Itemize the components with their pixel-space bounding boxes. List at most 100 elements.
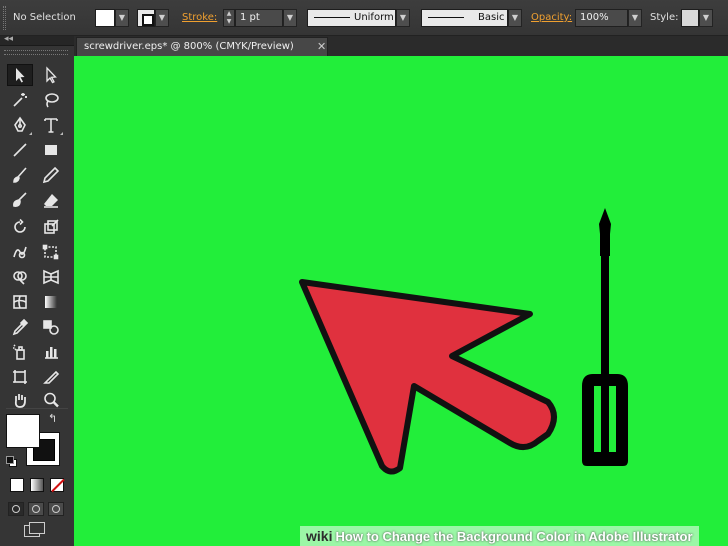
- screwdriver-tip: [599, 208, 611, 256]
- graphic-style-swatch[interactable]: [681, 9, 699, 27]
- perspective-grid-icon: [43, 269, 59, 285]
- chevron-down-icon: ▼: [158, 13, 166, 22]
- stroke-weight-stepper[interactable]: ▲ ▼: [223, 9, 235, 27]
- stroke-weight-dropdown[interactable]: ▼: [283, 9, 297, 27]
- fill-color-dropdown[interactable]: ▼: [115, 9, 129, 27]
- chevron-down-icon: ▼: [286, 13, 294, 22]
- tools-separator: [6, 408, 68, 409]
- chevron-down-icon: ▼: [631, 13, 639, 22]
- magic-wand-tool[interactable]: [7, 89, 33, 111]
- scale-tool[interactable]: [38, 216, 64, 238]
- default-fill-stroke-icon[interactable]: [6, 456, 17, 467]
- artboard-icon: [13, 370, 27, 384]
- lasso-icon: [45, 93, 59, 108]
- none-mode-button[interactable]: [50, 478, 64, 492]
- screen-mode-icon[interactable]: [24, 522, 46, 538]
- wand-icon: [13, 93, 27, 107]
- close-icon[interactable]: ✕: [317, 40, 326, 53]
- mesh-icon: [13, 295, 27, 309]
- mesh-tool[interactable]: [7, 291, 33, 313]
- chevron-down-icon: ▼: [399, 13, 407, 22]
- rotate-tool[interactable]: [7, 216, 33, 238]
- blend-tool[interactable]: [38, 316, 64, 338]
- draw-behind-button[interactable]: [28, 502, 44, 516]
- color-mode-button[interactable]: [10, 478, 24, 492]
- profile-line-preview: [314, 17, 350, 18]
- artwork: [299, 208, 628, 475]
- up-arrow-icon[interactable]: ▲: [227, 10, 232, 17]
- free-transform-tool[interactable]: [38, 241, 64, 263]
- shape-builder-icon: [13, 271, 27, 285]
- swap-fill-stroke-icon[interactable]: ↰: [48, 412, 57, 425]
- tools-panel-grip[interactable]: [4, 50, 68, 55]
- slice-icon: [43, 370, 60, 384]
- stroke-weight-input[interactable]: 1 pt: [235, 9, 283, 27]
- column-graph-tool[interactable]: [38, 341, 64, 363]
- slice-tool[interactable]: [38, 366, 64, 388]
- artboard-canvas[interactable]: [74, 56, 728, 546]
- rectangle-tool[interactable]: [38, 139, 64, 161]
- collapse-panel-icon[interactable]: ◂◂: [4, 34, 13, 44]
- type-icon: [44, 118, 58, 133]
- draw-normal-icon: [12, 505, 20, 513]
- red-arrow-shape[interactable]: [299, 279, 557, 475]
- fill-color-box[interactable]: [6, 414, 40, 448]
- opacity-dropdown[interactable]: ▼: [628, 9, 642, 27]
- pen-tool[interactable]: [7, 114, 33, 136]
- arrow-icon: [16, 68, 25, 83]
- hollow-arrow-icon: [46, 66, 57, 84]
- screwdriver-shaft: [601, 252, 609, 376]
- opacity-panel-link[interactable]: Opacity:: [531, 11, 572, 25]
- blob-brush-tool[interactable]: [7, 189, 33, 211]
- variable-width-profile-value: Uniform: [354, 12, 394, 23]
- screwdriver-shape[interactable]: [582, 208, 628, 466]
- stroke-color-dropdown[interactable]: ▼: [155, 9, 169, 27]
- document-tab-bar: screwdriver.eps* @ 800% (CMYK/Preview) ✕: [74, 36, 728, 56]
- draw-inside-icon: [52, 505, 60, 513]
- document-tab-title: screwdriver.eps* @ 800% (CMYK/Preview): [84, 41, 294, 52]
- brush-definition-dropdown[interactable]: ▼: [508, 9, 522, 27]
- watermark-title: How to Change the Background Color in Ad…: [335, 529, 693, 544]
- variable-width-profile-select[interactable]: Uniform: [307, 9, 396, 27]
- selection-tool[interactable]: [7, 64, 33, 86]
- symbol-sprayer-icon: [13, 344, 25, 360]
- eyedropper-icon: [12, 318, 29, 336]
- chevron-down-icon: ▼: [702, 13, 710, 22]
- lasso-tool[interactable]: [38, 89, 64, 111]
- gradient-tool[interactable]: [38, 291, 64, 313]
- eraser-tool[interactable]: [38, 189, 64, 211]
- eyedropper-tool[interactable]: [7, 316, 33, 338]
- line-tool[interactable]: [7, 139, 33, 161]
- variable-width-profile-dropdown[interactable]: ▼: [396, 9, 410, 27]
- graphic-style-dropdown[interactable]: ▼: [699, 9, 713, 27]
- stroke-color-swatch[interactable]: [137, 9, 155, 27]
- artboard-tool[interactable]: [7, 366, 33, 388]
- tools-panel-header: ◂◂: [0, 34, 74, 46]
- direct-selection-tool[interactable]: [38, 64, 64, 86]
- flyout-indicator-icon: [60, 132, 63, 135]
- down-arrow-icon[interactable]: ▼: [227, 18, 232, 25]
- symbol-sprayer-tool[interactable]: [7, 341, 33, 363]
- free-transform-icon: [42, 244, 59, 260]
- paintbrush-tool[interactable]: [7, 164, 33, 186]
- shape-builder-tool[interactable]: [7, 266, 33, 288]
- gradient-icon: [45, 296, 57, 308]
- warp-tool[interactable]: [7, 241, 33, 263]
- style-label: Style:: [650, 12, 679, 23]
- brush-definition-select[interactable]: Basic: [421, 9, 508, 27]
- perspective-grid-tool[interactable]: [38, 266, 64, 288]
- rotate-icon: [14, 218, 26, 233]
- draw-behind-icon: [32, 505, 40, 513]
- pencil-tool[interactable]: [38, 164, 64, 186]
- control-bar: No Selection ▼ ▼ Stroke: ▲ ▼ 1 pt ▼ Unifo…: [0, 0, 728, 36]
- control-bar-grip[interactable]: [3, 6, 6, 30]
- wikihow-watermark: wiki How to Change the Background Color …: [300, 526, 699, 546]
- opacity-input[interactable]: 100%: [575, 9, 628, 27]
- stroke-panel-link[interactable]: Stroke:: [182, 11, 217, 25]
- document-tab[interactable]: screwdriver.eps* @ 800% (CMYK/Preview) ✕: [76, 37, 328, 56]
- type-tool[interactable]: [38, 114, 64, 136]
- draw-inside-button[interactable]: [48, 502, 64, 516]
- fill-color-swatch[interactable]: [95, 9, 115, 27]
- gradient-mode-button[interactable]: [30, 478, 44, 492]
- draw-normal-button[interactable]: [8, 502, 24, 516]
